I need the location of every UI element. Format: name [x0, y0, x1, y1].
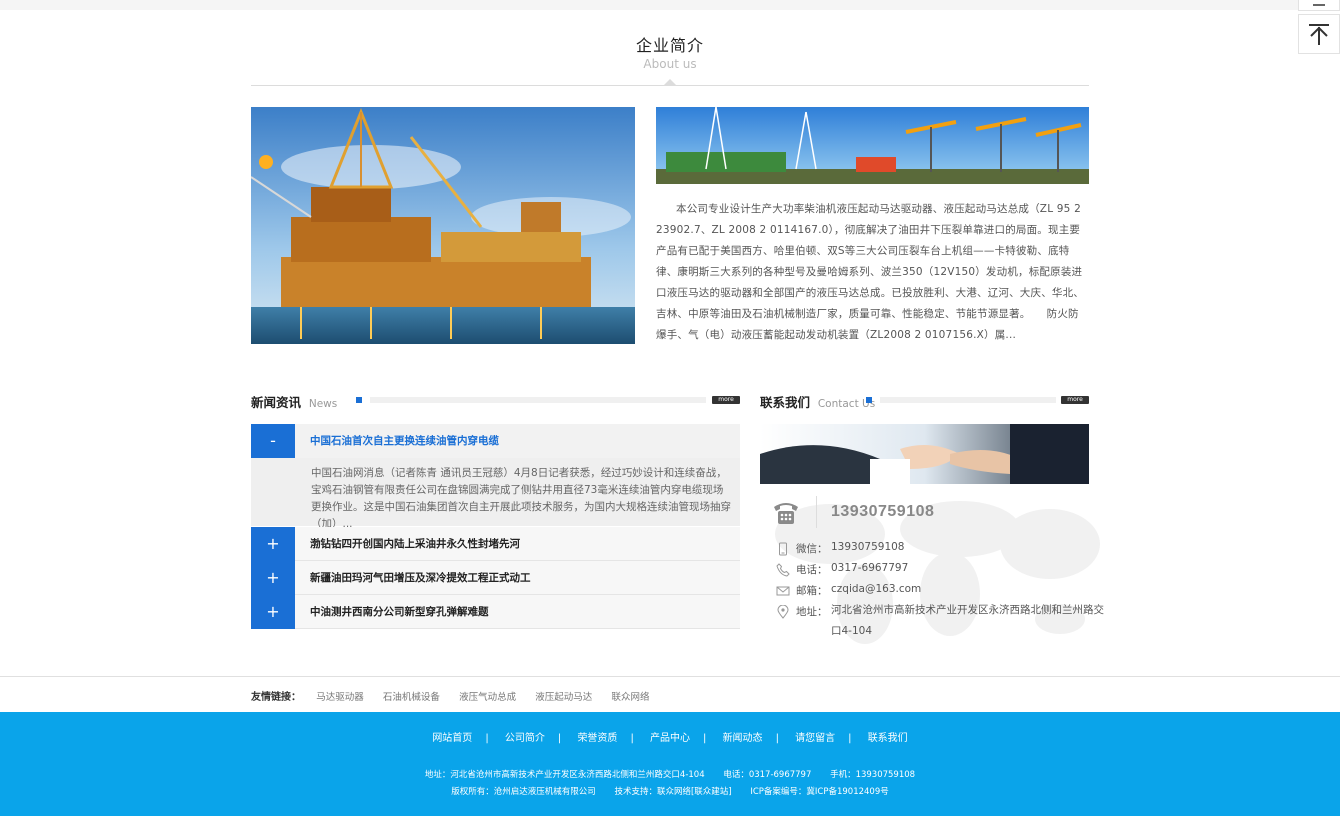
footer-copyright-info: 版权所有：沧州启达液压机械有限公司 技术支持：联众网络[联众建站] ICP备案编…	[0, 785, 1340, 797]
about-title: 企业简介	[635, 36, 704, 55]
contact-label: 邮箱：	[796, 585, 828, 597]
location-icon	[777, 605, 789, 619]
news-item-summary-box: 中国石油网消息（记者陈青 通讯员王冠慈）4月8日记者获悉，经过巧妙设计和连续奋战…	[251, 458, 740, 530]
links-divider	[0, 676, 1340, 677]
footer-nav-separator: |	[630, 733, 634, 744]
contact-label: 电话：	[796, 564, 828, 576]
footer-nav-message[interactable]: 请您留言	[795, 733, 835, 744]
footer-contact-info: 地址：河北省沧州市高新技术产业开发区永济西路北侧和兰州路交口4-104 电话：0…	[0, 768, 1340, 780]
side-float-peek[interactable]	[1298, 0, 1340, 11]
site-footer: 网站首页 | 公司简介 | 荣誉资质 | 产品中心 | 新闻动态 | 请您留言 | 联系我们…	[0, 712, 1340, 816]
hotline-number: 13930759108	[831, 503, 935, 520]
contact-header-bar	[880, 397, 1056, 403]
news-title-en: News	[308, 398, 338, 410]
about-divider	[251, 85, 1089, 86]
mail-icon	[776, 586, 790, 596]
contact-label: 微信：	[796, 543, 828, 555]
friend-link[interactable]: 马达驱动器	[316, 692, 364, 703]
news-item-summary: 中国石油网消息（记者陈青 通讯员王冠慈）4月8日记者获悉，经过巧妙设计和连续奋战…	[311, 467, 731, 530]
footer-nav-separator: |	[485, 733, 489, 744]
news-item[interactable]: + 中油测井西南分公司新型穿孔弹解难题	[251, 595, 740, 629]
contact-value[interactable]: czqida@163.com	[831, 579, 1106, 600]
contact-value: 13930759108	[831, 541, 905, 553]
friend-link[interactable]: 石油机械设备	[383, 692, 440, 703]
friend-link[interactable]: 液压起动马达	[535, 692, 592, 703]
about-divider-arrow	[664, 79, 676, 85]
contact-section-header: 联系我们 Contact Us	[760, 392, 875, 410]
expand-toggle-icon[interactable]: +	[251, 561, 295, 595]
friend-links-title: 友情链接：	[251, 692, 301, 703]
footer-nav: 网站首页 | 公司简介 | 荣誉资质 | 产品中心 | 新闻动态 | 请您留言 | 联系我们	[0, 729, 1340, 744]
about-subtitle: About us	[643, 57, 697, 71]
news-item-title[interactable]: 中国石油首次自主更换连续油管内穿电缆	[310, 424, 499, 458]
contact-value: 河北省沧州市高新技术产业开发区永济西路北侧和兰州路交口4-104	[831, 604, 1104, 637]
telephone-icon	[776, 563, 790, 577]
news-section-header: 新闻资讯 News	[251, 392, 338, 410]
news-header-bar	[370, 397, 706, 403]
telephone-icon	[774, 503, 798, 524]
offshore-platform-image	[251, 107, 635, 344]
expand-toggle-icon[interactable]: +	[251, 527, 295, 561]
contact-label: 地址：	[796, 606, 828, 618]
contact-more-button[interactable]: more	[1061, 396, 1089, 404]
news-title-cn: 新闻资讯	[251, 395, 302, 410]
footer-support[interactable]: 技术支持：联众网络[联众建站]	[614, 787, 731, 797]
contact-divider	[816, 496, 817, 528]
footer-nav-contact[interactable]: 联系我们	[868, 733, 908, 744]
footer-nav-home[interactable]: 网站首页	[432, 733, 472, 744]
contact-header-marker	[866, 397, 872, 403]
phone-mobile-icon	[779, 542, 787, 556]
friend-link[interactable]: 液压气动总成	[459, 692, 516, 703]
footer-nav-separator: |	[848, 733, 852, 744]
footer-nav-about[interactable]: 公司简介	[505, 733, 545, 744]
collapsed-icon	[1313, 2, 1325, 6]
footer-mobile: 手机：13930759108	[830, 770, 916, 780]
friend-links: 友情链接： 马达驱动器 石油机械设备 液压气动总成 液压起动马达 联众网络	[251, 688, 666, 703]
footer-nav-separator: |	[557, 733, 562, 744]
news-item[interactable]: + 渤钻钻四开创国内陆上采油井永久性封堵先河	[251, 527, 740, 561]
news-item[interactable]: + 新疆油田玛河气田增压及深冷提效工程正式动工	[251, 561, 740, 595]
contact-value: 0317-6967797	[831, 562, 909, 574]
footer-nav-separator: |	[775, 733, 779, 744]
expand-toggle-icon[interactable]: +	[251, 595, 295, 629]
news-item-title[interactable]: 渤钻钻四开创国内陆上采油井永久性封堵先河	[310, 527, 520, 561]
footer-phone: 电话：0317-6967797	[723, 770, 812, 780]
friend-link[interactable]: 联众网络	[612, 692, 650, 703]
footer-nav-separator: |	[703, 733, 707, 744]
handshake-image	[760, 424, 1089, 484]
news-item-open[interactable]: - 中国石油首次自主更换连续油管内穿电缆	[251, 424, 740, 458]
oil-pumpjack-banner-image	[656, 107, 1089, 184]
news-item-title[interactable]: 中油测井西南分公司新型穿孔弹解难题	[310, 595, 489, 629]
top-strip	[0, 0, 1340, 10]
collapse-toggle-icon[interactable]: -	[251, 424, 295, 458]
contact-title-cn: 联系我们	[760, 395, 811, 410]
footer-copyright: 版权所有：沧州启达液压机械有限公司	[451, 787, 596, 797]
footer-nav-honors[interactable]: 荣誉资质	[577, 733, 617, 744]
bottom-strip	[0, 816, 1340, 827]
footer-address: 地址：河北省沧州市高新技术产业开发区永济西路北侧和兰州路交口4-104	[424, 770, 705, 780]
about-description: 本公司专业设计生产大功率柴油机液压起动马达驱动器、液压起动马达总成（ZL 95 …	[656, 203, 1084, 341]
footer-nav-news[interactable]: 新闻动态	[723, 733, 763, 744]
news-item-title[interactable]: 新疆油田玛河气田增压及深冷提效工程正式动工	[310, 561, 531, 595]
footer-icp[interactable]: ICP备案编号：冀ICP备19012409号	[750, 787, 888, 797]
footer-nav-products[interactable]: 产品中心	[650, 733, 690, 744]
news-more-button[interactable]: more	[712, 396, 740, 404]
news-header-marker	[356, 397, 362, 403]
